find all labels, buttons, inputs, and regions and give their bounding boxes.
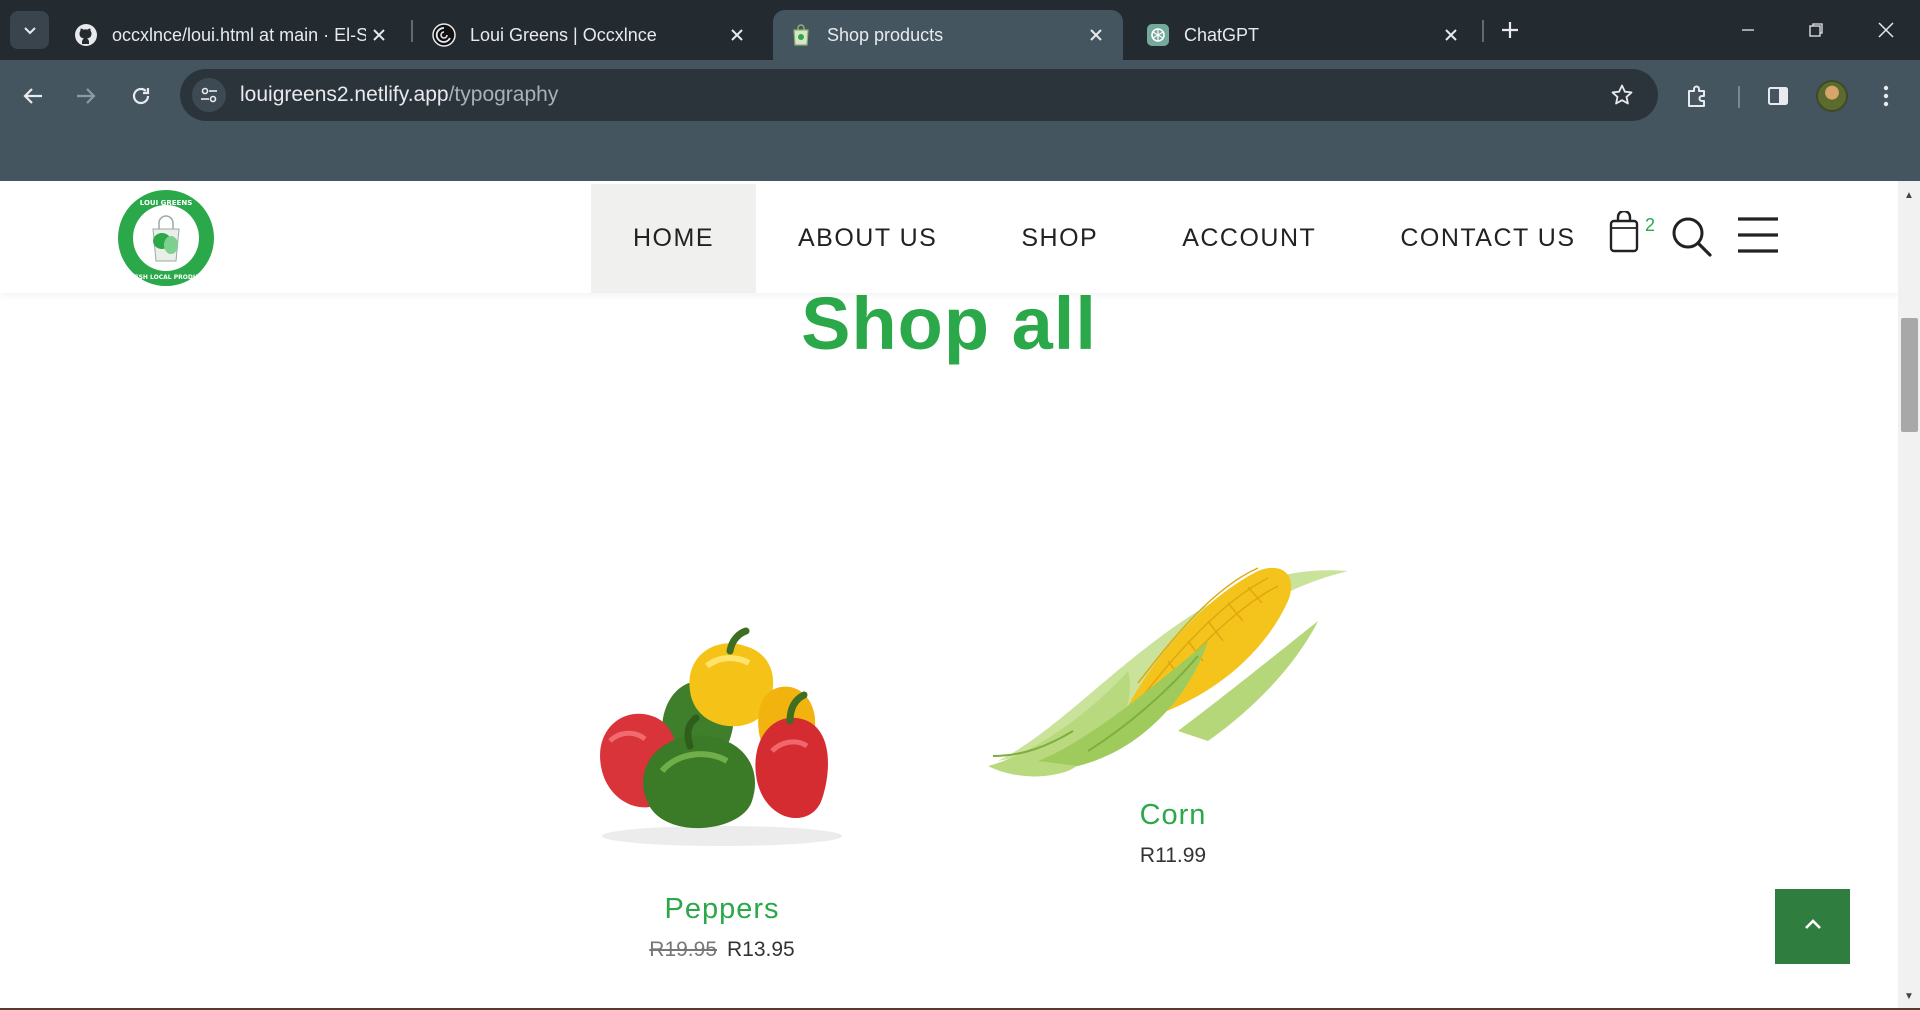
page-scrollbar[interactable]: ▲ ▼ <box>1898 181 1920 1010</box>
scroll-up-arrow-icon[interactable]: ▲ <box>1898 185 1920 205</box>
extensions-puzzle-icon[interactable] <box>1678 76 1718 116</box>
hamburger-menu-icon[interactable] <box>1736 215 1780 255</box>
tab-separator <box>411 20 413 42</box>
product-image-peppers[interactable] <box>562 581 882 861</box>
github-icon <box>74 23 98 47</box>
nav-contact-us[interactable]: CONTACT US <box>1358 184 1617 293</box>
reload-icon[interactable] <box>121 76 161 116</box>
product-price: R19.95 R13.95 <box>562 938 882 962</box>
close-window-icon[interactable] <box>1856 10 1916 50</box>
logo-text-top: LOUI GREENS <box>140 199 193 207</box>
address-bar[interactable]: louigreens2.netlify.app/typography <box>180 69 1658 121</box>
nav-shop[interactable]: SHOP <box>979 184 1140 293</box>
site-settings-icon[interactable] <box>192 78 226 112</box>
tab-github[interactable]: occxlnce/loui.html at main · El-S <box>58 10 406 60</box>
toolbar-divider <box>1738 86 1740 108</box>
product-card-peppers[interactable]: Peppers R19.95 R13.95 <box>562 581 882 962</box>
site-logo[interactable]: LOUI GREENS FRESH LOCAL PRODUCE <box>117 189 215 287</box>
tab-title: Shop products <box>827 24 944 45</box>
restore-icon[interactable] <box>1786 10 1846 50</box>
browser-tab-bar: occxlnce/loui.html at main · El-S Loui G… <box>0 0 1920 60</box>
close-icon[interactable] <box>366 22 392 48</box>
tab-title: ChatGPT <box>1184 24 1260 45</box>
bookmark-star-icon[interactable] <box>1606 79 1638 111</box>
tab-title: occxlnce/loui.html at main · El-S <box>112 24 366 45</box>
logo-text-bottom: FRESH LOCAL PRODUCE <box>126 274 206 281</box>
page-viewport: LOUI GREENS FRESH LOCAL PRODUCE HOME ABO… <box>0 181 1898 1010</box>
site-header: LOUI GREENS FRESH LOCAL PRODUCE HOME ABO… <box>0 181 1898 293</box>
url-host: louigreens2.netlify.app <box>240 83 449 106</box>
product-old-price: R19.95 <box>649 938 717 961</box>
product-image-corn[interactable] <box>978 551 1368 781</box>
more-menu-icon[interactable] <box>1866 76 1906 116</box>
url-path: /typography <box>448 83 559 106</box>
close-icon[interactable] <box>724 22 750 48</box>
tab-title: Loui Greens | Occxlnce <box>470 24 657 45</box>
forward-arrow-icon[interactable] <box>66 76 106 116</box>
scroll-down-arrow-icon[interactable]: ▼ <box>1898 986 1920 1006</box>
main-nav: HOME ABOUT US SHOP ACCOUNT CONTACT US <box>591 184 1618 293</box>
bag-icon <box>789 23 813 47</box>
minimize-icon[interactable] <box>1718 10 1778 50</box>
back-to-top-button[interactable] <box>1775 889 1850 964</box>
tab-search-chevron-down-icon[interactable] <box>10 11 49 49</box>
profile-avatar[interactable] <box>1816 80 1848 112</box>
close-icon[interactable] <box>1438 22 1464 48</box>
scrollbar-thumb[interactable] <box>1901 318 1918 432</box>
url-text: louigreens2.netlify.app/typography <box>240 83 558 107</box>
tab-loui-greens[interactable]: Loui Greens | Occxlnce <box>416 10 764 60</box>
product-name[interactable]: Corn <box>978 799 1368 832</box>
shopping-bag-icon[interactable] <box>1606 209 1642 255</box>
tab-separator <box>1482 20 1484 42</box>
tab-chatgpt[interactable]: ChatGPT <box>1130 10 1478 60</box>
page-title: Shop all <box>801 282 1097 365</box>
chevron-up-icon <box>1803 917 1823 936</box>
new-tab-plus-icon[interactable] <box>1494 14 1526 46</box>
spiral-icon <box>432 23 456 47</box>
chatgpt-icon <box>1146 23 1170 47</box>
side-panel-icon[interactable] <box>1758 76 1798 116</box>
nav-home[interactable]: HOME <box>591 184 756 293</box>
product-card-corn[interactable]: Corn R11.99 <box>978 551 1368 868</box>
product-sale-price: R13.95 <box>727 938 795 961</box>
cart-count-badge: 2 <box>1645 215 1656 235</box>
product-price: R11.99 <box>1139 844 1207 867</box>
search-icon[interactable] <box>1670 215 1714 259</box>
close-icon[interactable] <box>1083 22 1109 48</box>
nav-about-us[interactable]: ABOUT US <box>756 184 979 293</box>
back-arrow-icon[interactable] <box>13 76 53 116</box>
nav-account[interactable]: ACCOUNT <box>1140 184 1358 293</box>
browser-toolbar: louigreens2.netlify.app/typography <box>0 60 1920 181</box>
tab-shop-products[interactable]: Shop products <box>773 10 1123 60</box>
product-name[interactable]: Peppers <box>562 893 882 926</box>
